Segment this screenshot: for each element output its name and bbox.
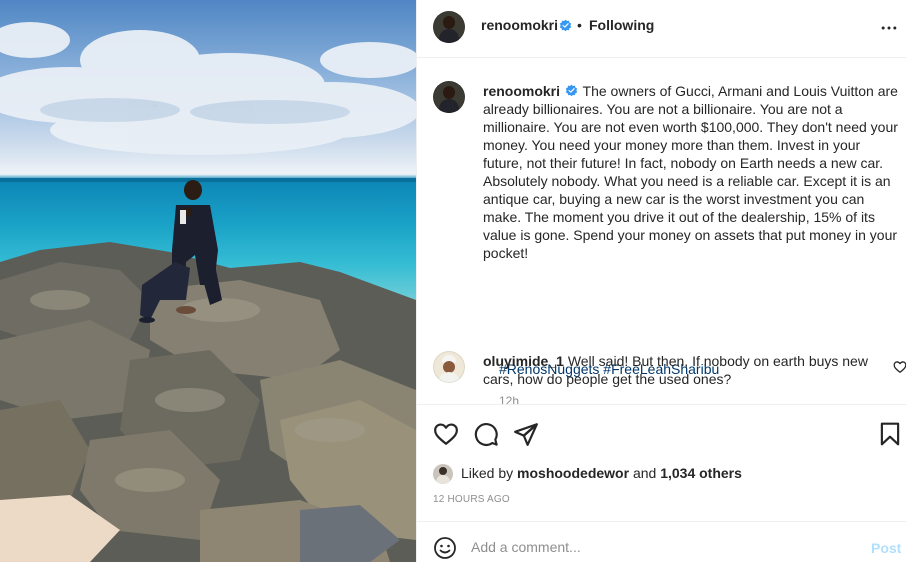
post-caption: renoomokri The owners of Gucci, Armani a… — [483, 82, 903, 262]
post-timestamp[interactable]: 12 HOURS AGO — [433, 494, 510, 505]
emoji-icon[interactable] — [433, 536, 457, 560]
comment-username[interactable]: oluyimide_1 — [483, 353, 564, 369]
post-photo-illustration — [0, 22, 416, 562]
liker-avatar[interactable] — [433, 464, 453, 484]
author-username[interactable]: renoomokri — [481, 17, 558, 33]
likes-text: Liked by moshoodedewor and 1,034 others — [461, 465, 742, 481]
verified-badge-icon — [565, 84, 578, 97]
caption-username[interactable]: renoomokri — [483, 83, 560, 99]
add-comment-bar: Post — [417, 521, 906, 562]
commenter-avatar[interactable] — [433, 351, 465, 383]
bookmark-icon[interactable] — [877, 421, 903, 447]
likes-others-link[interactable]: 1,034 others — [660, 465, 742, 481]
caption-author-avatar[interactable] — [433, 81, 465, 113]
caption-text: The owners of Gucci, Armani and Louis Vu… — [483, 83, 898, 261]
post-actions: Liked by moshoodedewor and 1,034 others … — [417, 404, 906, 521]
liked-by-prefix: Liked by — [461, 465, 514, 481]
comment-item: oluyimide_1 Well said! But then, If nobo… — [433, 350, 906, 390]
post-detail-pane: renoomokri • Following renoomokri The ow… — [416, 0, 906, 562]
liked-and: and — [632, 465, 657, 481]
header-separator: • — [577, 17, 582, 33]
comment-like-heart-icon[interactable] — [893, 360, 906, 374]
heart-icon[interactable] — [433, 421, 459, 447]
following-button[interactable]: Following — [589, 17, 654, 33]
comment-input[interactable] — [471, 533, 851, 561]
post-header: renoomokri • Following — [417, 0, 906, 58]
more-horizontal-icon[interactable] — [879, 18, 899, 38]
comment-body: oluyimide_1 Well said! But then, If nobo… — [483, 352, 873, 388]
liker-username[interactable]: moshoodedewor — [517, 465, 629, 481]
post-comment-button[interactable]: Post — [871, 540, 901, 556]
comment-icon[interactable] — [473, 421, 499, 447]
author-avatar[interactable] — [433, 11, 465, 43]
post-photo[interactable] — [0, 0, 416, 562]
verified-badge-icon — [559, 19, 572, 32]
share-icon[interactable] — [513, 421, 539, 447]
